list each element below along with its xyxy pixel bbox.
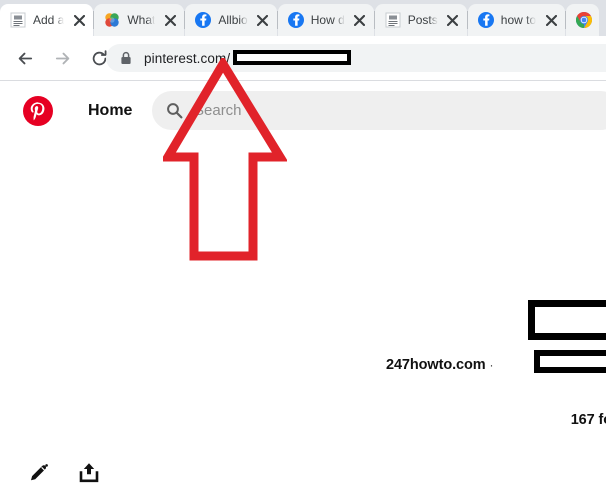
browser-tab-title: Posts (407, 13, 438, 27)
forward-button[interactable] (48, 44, 76, 72)
browser-tab-title: How d (310, 13, 345, 27)
forward-arrow-icon (55, 52, 69, 64)
browser-tab-4[interactable]: Posts (374, 4, 467, 36)
pinterest-header: Home Search (0, 82, 606, 139)
redacted-title-box (528, 300, 606, 340)
back-arrow-icon (18, 52, 32, 64)
lock-icon (121, 51, 131, 64)
tab-close-icon[interactable] (71, 12, 87, 28)
pin-source-domain[interactable]: 247howto.com (386, 357, 486, 373)
browser-tab-5[interactable]: how to (467, 4, 566, 36)
chrome-icon (576, 12, 593, 28)
separator-dot: · (489, 358, 494, 372)
browser-tab-title: how to (500, 13, 537, 27)
colorful-flower-icon (105, 13, 120, 27)
browser-tab-title: What (127, 13, 156, 27)
tab-close-icon[interactable] (162, 12, 178, 28)
edit-button[interactable] (25, 459, 53, 487)
facebook-icon (195, 12, 212, 28)
pencil-edit-icon (31, 464, 48, 481)
share-button[interactable] (75, 459, 103, 487)
search-input[interactable]: Search (152, 91, 606, 130)
home-nav-link[interactable]: Home (88, 102, 132, 120)
browser-tab-0[interactable]: Add a (0, 4, 94, 36)
tab-close-icon[interactable] (543, 12, 559, 28)
browser-tab-2[interactable]: Allbio (185, 4, 277, 36)
pin-action-bar (0, 455, 606, 491)
redacted-username-box (233, 49, 352, 65)
document-gray-icon (385, 12, 401, 28)
browser-tab-6[interactable] (566, 4, 600, 36)
facebook-icon (477, 12, 494, 28)
address-bar[interactable]: pinterest.com/ (106, 44, 606, 72)
pin-meta-block: 247howto.com · 167 fo (386, 300, 606, 430)
tab-close-icon[interactable] (445, 12, 461, 28)
share-upload-icon (79, 463, 99, 483)
pinterest-page: Home Search 247howto.com · 167 fo (0, 82, 606, 503)
browser-tab-title: Add a (33, 13, 65, 27)
pinterest-logo-icon[interactable] (22, 95, 54, 127)
document-gray-icon (10, 12, 26, 28)
search-icon (167, 103, 183, 119)
browser-toolbar: pinterest.com/ (0, 36, 606, 81)
address-bar-url: pinterest.com/ (144, 50, 231, 66)
search-placeholder: Search (194, 102, 242, 119)
back-button[interactable] (11, 44, 39, 72)
tab-close-icon[interactable] (255, 12, 271, 28)
browser-tab-3[interactable]: How d (277, 4, 374, 36)
browser-tab-title: Allbio (218, 13, 248, 27)
facebook-icon (287, 12, 304, 28)
tab-close-icon[interactable] (352, 12, 368, 28)
browser-tab-1[interactable]: What (94, 4, 185, 36)
follower-count: 167 fo (570, 412, 606, 428)
redacted-author-box (534, 350, 606, 373)
browser-tab-strip: Add a What Allbio How d Posts how to (0, 0, 606, 36)
